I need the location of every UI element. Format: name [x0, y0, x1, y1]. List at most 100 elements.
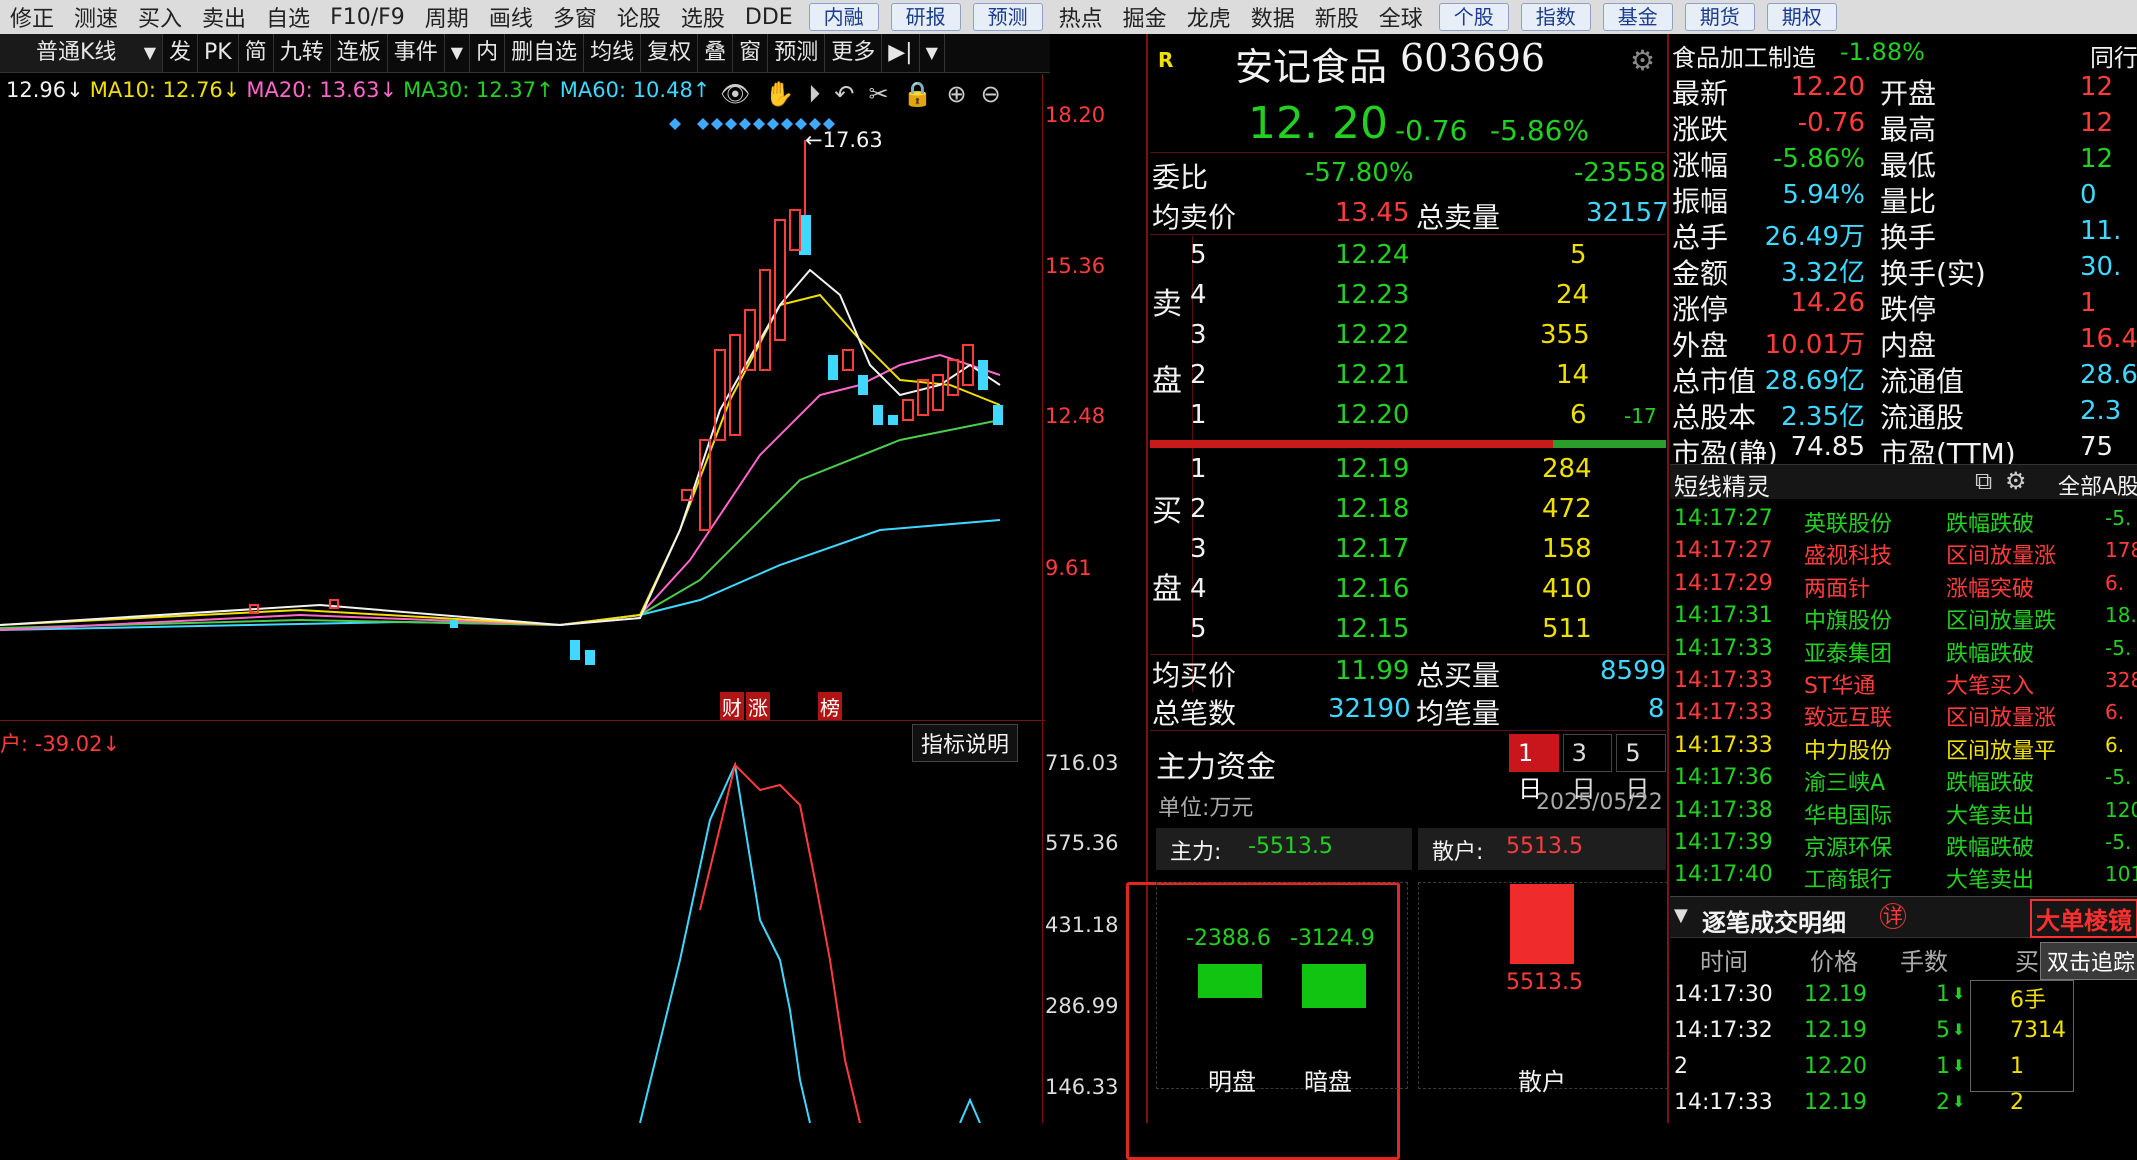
chevron-down-icon[interactable]: ▼	[445, 34, 471, 72]
sell-row[interactable]: 1 12.20 6 -17	[1150, 400, 1666, 440]
lock-icon[interactable]: 🔒	[903, 80, 933, 108]
menu-button-neirong[interactable]: 内融	[808, 3, 879, 31]
expand-icon[interactable]: ⧉	[1975, 467, 1992, 495]
undo-icon[interactable]: ↶	[834, 80, 854, 108]
menu-button-research[interactable]: 研报	[890, 3, 961, 31]
sprite-item[interactable]: 14:17:27 盛视科技 区间放量涨 178.	[1670, 536, 2137, 569]
trade-row[interactable]: 14:17:32 12.19 5 7314 ⬇	[1670, 1016, 2137, 1052]
sprite-item[interactable]: 14:17:29 两面针 涨幅突破 6.	[1670, 569, 2137, 602]
sprite-item[interactable]: 14:17:36 渝三峡A 跌幅跌破 -5.	[1670, 763, 2137, 796]
menu-item-global[interactable]: 全球	[1379, 1, 1423, 33]
menu-item-f10[interactable]: F10/F9	[330, 5, 405, 30]
toolbar-pk[interactable]: PK	[198, 34, 239, 72]
gear-icon[interactable]: ⚙	[1630, 44, 1655, 77]
tag-zhang[interactable]: 涨	[746, 692, 770, 721]
zoom-out-icon[interactable]: ⊖	[981, 80, 1001, 108]
menu-item-ipo[interactable]: 新股	[1315, 1, 1359, 33]
tab-1day[interactable]: 1日	[1509, 734, 1559, 803]
toolbar-overlay[interactable]: 叠	[698, 34, 734, 72]
toolbar-more[interactable]: 更多	[825, 34, 883, 72]
sprite-item[interactable]: 14:17:40 工商银行 大笔卖出 101	[1670, 860, 2137, 893]
trade-row[interactable]: 2 12.20 1 1 ⬇	[1670, 1052, 2137, 1088]
tag-bang[interactable]: 榜	[818, 692, 842, 721]
sell-row[interactable]: 5 12.24 5	[1150, 240, 1666, 280]
menu-item-dde[interactable]: DDE	[745, 5, 793, 30]
sprite-item[interactable]: 14:17:33 中力股份 区间放量平 6.	[1670, 731, 2137, 764]
zoom-in-icon[interactable]: ⊕	[946, 80, 966, 108]
sprite-item[interactable]: 14:17:39 京源环保 跌幅跌破 -5.	[1670, 828, 2137, 861]
sprite-item[interactable]: 14:17:33 ST华通 大笔买入 328	[1670, 666, 2137, 699]
sprite-name: 英联股份	[1804, 512, 1893, 537]
toolbar-ma[interactable]: 均线	[584, 34, 642, 72]
menu-item-data[interactable]: 数据	[1251, 1, 1295, 33]
sell-row[interactable]: 2 12.21 14	[1150, 360, 1666, 400]
collapse-panel-icon[interactable]: ▶|	[882, 34, 920, 72]
menu-item-sell[interactable]: 卖出	[202, 1, 246, 33]
toolbar-nei[interactable]: 内	[470, 34, 506, 72]
peer-label[interactable]: 同行	[2090, 38, 2137, 73]
eye-icon[interactable]: 👁	[720, 80, 750, 108]
menu-item-speed[interactable]: 测速	[74, 1, 118, 33]
sprite-item[interactable]: 14:17:31 中旗股份 区间放量跌 18.	[1670, 601, 2137, 634]
gear-icon[interactable]: ⚙	[2005, 467, 2027, 495]
toolbar-window[interactable]: 窗	[733, 34, 769, 72]
play-icon[interactable]: ⏵	[808, 80, 820, 108]
buy-row[interactable]: 3 12.17 158	[1150, 534, 1666, 574]
scissors-icon[interactable]: ✂	[868, 80, 888, 108]
menu-item-multiwin[interactable]: 多窗	[553, 1, 597, 33]
menu-item-buy[interactable]: 买入	[138, 1, 182, 33]
toolbar-lianban[interactable]: 连板	[331, 34, 388, 72]
toolbar-jiuzhuan[interactable]: 九转	[274, 34, 331, 72]
hand-icon[interactable]: ✋	[764, 80, 794, 108]
sprite-item[interactable]: 14:17:27 英联股份 跌幅跌破 -5.	[1670, 504, 2137, 537]
menu-item-dig[interactable]: 掘金	[1123, 1, 1167, 33]
toolbar-fa[interactable]: 发	[163, 34, 199, 72]
menu-button-index[interactable]: 指数	[1520, 3, 1591, 31]
menu-item-screener[interactable]: 选股	[681, 1, 725, 33]
trade-row[interactable]: 14:17:33 12.19 2 2 ⬇	[1670, 1088, 2137, 1123]
sell-row[interactable]: 4 12.23 24	[1150, 280, 1666, 320]
sell-row[interactable]: 3 12.22 355	[1150, 320, 1666, 360]
toolbar-remove-watch[interactable]: 删自选	[505, 34, 585, 72]
tag-cai[interactable]: 财	[720, 692, 744, 721]
menu-button-futures[interactable]: 期货	[1684, 3, 1755, 31]
tab-3day[interactable]: 3日	[1562, 734, 1613, 803]
toolbar-adjust[interactable]: 复权	[641, 34, 699, 72]
detail-icon[interactable]: 详	[1880, 903, 1906, 929]
sprite-item[interactable]: 14:17:33 亚泰集团 跌幅跌破 -5.	[1670, 634, 2137, 667]
buy-row[interactable]: 2 12.18 472	[1150, 494, 1666, 534]
buy-row[interactable]: 4 12.16 410	[1150, 574, 1666, 614]
menu-button-forecast[interactable]: 预测	[972, 3, 1043, 31]
menu-item-dragon[interactable]: 龙虎	[1187, 1, 1231, 33]
menu-button-options[interactable]: 期权	[1766, 3, 1837, 31]
kline-chart[interactable]	[0, 110, 1042, 715]
chevron-down-icon[interactable]: ▼	[1674, 905, 1688, 926]
trade-price: 12.19	[1804, 1018, 1867, 1043]
sprite-scope[interactable]: 全部A股	[2058, 469, 2137, 501]
big-order-prism-button[interactable]: 大单棱镜	[2030, 899, 2137, 938]
industry-name[interactable]: 食品加工制造	[1672, 38, 1816, 73]
sprite-item[interactable]: 14:17:38 华电国际 大笔卖出 120	[1670, 796, 2137, 829]
chevron-down-icon[interactable]: ▼	[920, 34, 945, 72]
trade-row[interactable]: 14:17:30 12.19 1 6手 ⬇	[1670, 980, 2137, 1016]
trade-detail-title[interactable]: 逐笔成交明细	[1702, 903, 1846, 938]
current-price: 12. 20	[1248, 98, 1388, 149]
menu-item-watchlist[interactable]: 自选	[266, 1, 310, 33]
menu-item-draw[interactable]: 画线	[489, 1, 533, 33]
chart-tools: 👁 ✋ ⏵ ↶ ✂ 🔒 ⊕ ⊖	[720, 80, 1001, 108]
toolbar-forecast[interactable]: 预测	[768, 34, 826, 72]
kline-type-select[interactable]: 普通K线 ▼	[0, 34, 163, 72]
menu-item-period[interactable]: 周期	[425, 1, 469, 33]
menu-item-forum[interactable]: 论股	[617, 1, 661, 33]
indicator-help-button[interactable]: 指标说明	[912, 724, 1019, 762]
menu-button-fund[interactable]: 基金	[1602, 3, 1673, 31]
menu-item-fix[interactable]: 修正	[10, 1, 54, 33]
buy-row[interactable]: 5 12.15 511	[1150, 614, 1666, 654]
menu-item-hot[interactable]: 热点	[1059, 1, 1103, 33]
buy-row[interactable]: 1 12.19 284	[1150, 454, 1666, 494]
menu-button-stock[interactable]: 个股	[1438, 3, 1509, 31]
toolbar-jian[interactable]: 简	[239, 34, 274, 72]
tab-5day[interactable]: 5日	[1616, 734, 1667, 803]
toolbar-events[interactable]: 事件	[388, 34, 445, 72]
sprite-item[interactable]: 14:17:33 致远互联 区间放量涨 6.	[1670, 698, 2137, 731]
